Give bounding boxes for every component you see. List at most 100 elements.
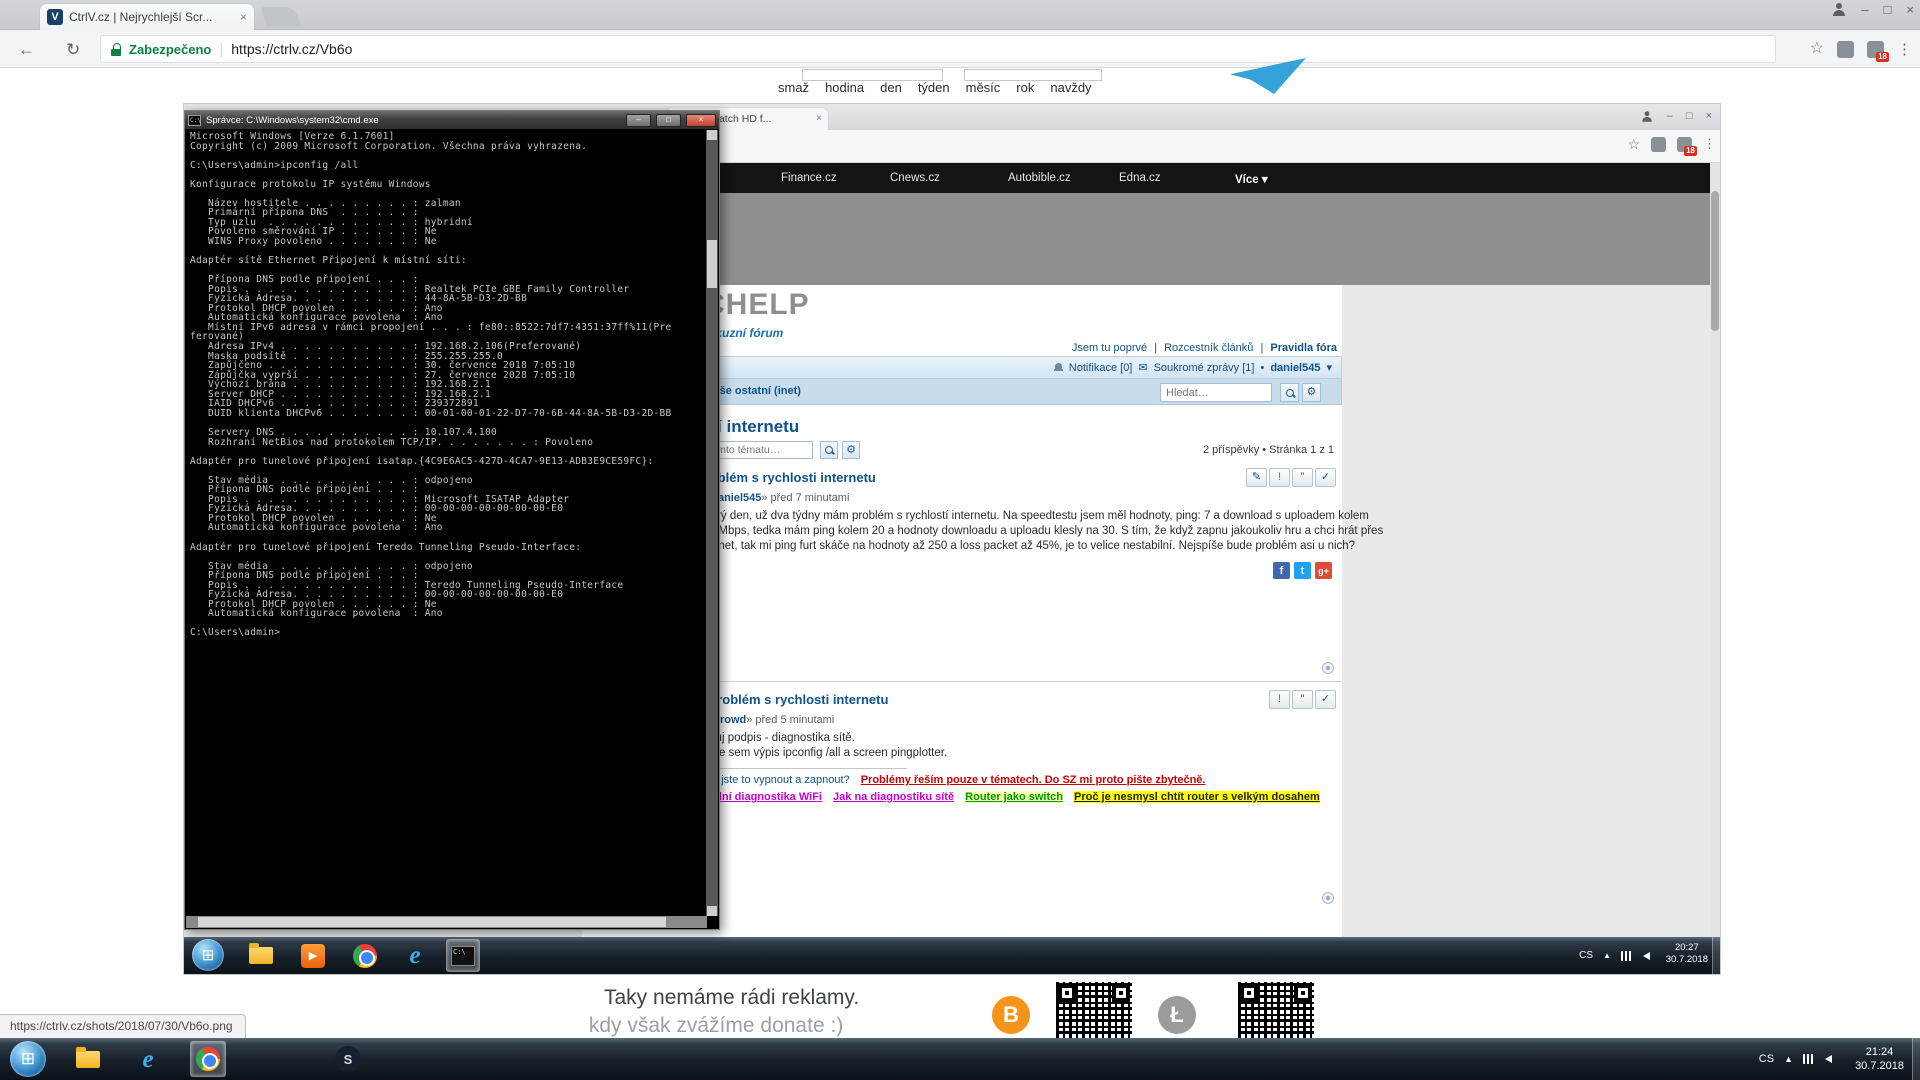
nav-item-tyden[interactable]: týden <box>918 80 950 95</box>
inner-language-indicator: CS <box>1579 950 1593 961</box>
googleplus-share-icon: g+ <box>1315 562 1332 579</box>
extension-badge: 18 <box>1876 52 1889 62</box>
nav-item-rok[interactable]: rok <box>1016 80 1034 95</box>
signature-link-router-switch: Router jako switch <box>965 791 1063 803</box>
scroll-down-arrow <box>707 906 717 916</box>
secure-lock-icon <box>111 43 121 56</box>
nav-item-mesic[interactable]: měsíc <box>966 80 1001 95</box>
inner-time: 20:27 <box>1666 942 1708 954</box>
steam-icon: S <box>335 1046 361 1072</box>
magnifier-icon <box>1286 389 1294 397</box>
magnifier-icon <box>825 446 833 454</box>
system-clock[interactable]: 21:24 30.7.2018 <box>1855 1045 1904 1074</box>
search-button <box>1280 383 1299 402</box>
window-close-button[interactable]: × <box>1906 3 1914 16</box>
signature-link-diagnostics: Jak na diagnostiku sítě <box>833 791 954 803</box>
ad-text-line-1: Taky nemáme rádi reklamy. <box>604 986 859 1010</box>
navlink-autobible: Autobible.cz <box>1008 172 1071 184</box>
inner-clock: 20:27 30.7.2018 <box>1666 942 1708 967</box>
new-tab-button[interactable] <box>261 7 301 27</box>
inner-cmd-taskbar-icon: C:\ <box>446 939 480 972</box>
ctrlv-nav: smaž hodina den týden měsíc rok navždy <box>778 80 1092 95</box>
back-button[interactable]: ← <box>18 41 35 58</box>
navlink-finance: Finance.cz <box>781 172 837 184</box>
nav-item-navzdy[interactable]: navždy <box>1050 80 1091 95</box>
show-desktop-button[interactable] <box>1912 1038 1920 1080</box>
chrome-icon <box>196 1047 220 1071</box>
language-indicator[interactable]: CS <box>1759 1053 1774 1065</box>
post-1-body-line: internet, tak mi ping furt skáče na hodn… <box>696 540 1355 552</box>
link-forum-rules: Pravidla fóra <box>1270 342 1337 354</box>
inner-bookmark-star-icon: ☆ <box>1627 137 1640 151</box>
notifications-label: Notifikace [0] <box>1069 362 1133 374</box>
post-edit-button: ✎ <box>1246 468 1267 487</box>
username-label: daniel545 <box>1270 362 1320 374</box>
signature-link-router-range: Proč je nesmysl chtít router s velkým do… <box>1074 791 1320 803</box>
private-messages-label: Soukromé zprávy [1] <box>1154 362 1255 374</box>
inner-extension-badge: 18 <box>1684 146 1697 156</box>
nav-item-den[interactable]: den <box>880 80 902 95</box>
browser-menu-icon[interactable]: ⋮ <box>1897 40 1912 58</box>
browser-window: V CtrlV.cz | Nejrychlejší Scr... × – □ ×… <box>0 0 1920 1080</box>
tray-expand-icon[interactable]: ▲ <box>1784 1054 1793 1064</box>
more-caret-icon: ▾ <box>1262 174 1268 186</box>
signature-line-2: Základní diagnostika WiFi Jak na diagnos… <box>687 791 1328 803</box>
inner-show-desktop-button <box>1712 937 1720 974</box>
inner-start-button: ⊞ <box>192 939 224 971</box>
extension-icon[interactable] <box>1837 41 1854 58</box>
tab-favicon-icon: V <box>47 9 63 25</box>
steam-taskbar-icon[interactable]: S <box>330 1041 366 1077</box>
cmd-titlebar: C:\ Správce: C:\Windows\system32\cmd.exe… <box>185 111 719 129</box>
cmd-minimize-button: – <box>626 114 651 127</box>
inner-taskbar: ⊞ ▶ e C:\ CS ▲ 20:27 30.7.2018 <box>184 937 1720 974</box>
user-caret-icon: ▾ <box>1326 361 1332 374</box>
inner-media-player-icon: ▶ <box>296 939 330 972</box>
back-to-top-icon <box>1322 892 1334 904</box>
search-settings-button: ⚙ <box>1302 383 1321 402</box>
omnibox-separator: | <box>219 41 223 58</box>
inner-profile-icon <box>1641 111 1652 121</box>
profile-icon[interactable] <box>1832 3 1846 16</box>
topic-search-button <box>820 441 838 459</box>
nav-item-hodina[interactable]: hodina <box>825 80 864 95</box>
inner-extension-icon <box>1651 137 1666 152</box>
address-bar[interactable]: Zabezpečeno | https://ctrlv.cz/Vb6o <box>100 35 1776 63</box>
reload-button[interactable]: ↻ <box>66 41 80 58</box>
inner-tray-expand-icon: ▲ <box>1603 951 1611 960</box>
window-minimize-button[interactable]: – <box>1861 3 1868 16</box>
posts-pagination: 2 příspěvky • Stránka 1 z 1 <box>984 444 1334 456</box>
start-button[interactable]: ⊞ <box>10 1041 46 1077</box>
window-maximize-button[interactable]: □ <box>1884 3 1892 16</box>
tab-title: CtrlV.cz | Nejrychlejší Scr... <box>69 10 234 24</box>
post-report-button: ! <box>1269 690 1290 709</box>
inner-volume-icon <box>1643 952 1650 960</box>
volume-icon[interactable] <box>1825 1055 1832 1063</box>
network-icon[interactable] <box>1803 1054 1815 1064</box>
link-article-index: Rozcestník článků <box>1164 342 1253 354</box>
navlink-more: Více ▾ <box>1235 172 1268 186</box>
topic-tools-button: ⚙ <box>842 441 860 459</box>
inner-menu-icon: ⋮ <box>1703 136 1716 152</box>
browser-tab[interactable]: V CtrlV.cz | Nejrychlejší Scr... × <box>40 4 254 30</box>
signature-divider <box>687 768 907 769</box>
folder-icon <box>76 1051 100 1068</box>
taskbar: ⊞ e S CS ▲ 21:24 30.7.2018 <box>0 1038 1920 1080</box>
explorer-taskbar-icon[interactable] <box>70 1041 106 1077</box>
ie-icon: e <box>142 1047 153 1072</box>
nav-item-smaz[interactable]: smaž <box>778 80 809 95</box>
cmd-horizontal-scrollbar <box>186 916 707 928</box>
envelope-icon: ✉ <box>1138 361 1147 374</box>
litecoin-icon: Ł <box>1158 996 1196 1034</box>
ie-taskbar-icon[interactable]: e <box>130 1041 166 1077</box>
post-accept-button: ✓ <box>1315 468 1336 487</box>
tab-close-icon[interactable]: × <box>240 11 247 23</box>
chrome-taskbar-icon[interactable] <box>190 1041 226 1077</box>
adblock-extension-icon[interactable]: 18 <box>1867 41 1884 58</box>
status-bar-url: https://ctrlv.cz/shots/2018/07/30/Vb6o.p… <box>0 1014 246 1038</box>
cmd-maximize-button: □ <box>656 114 681 127</box>
url-text[interactable]: https://ctrlv.cz/Vb6o <box>231 41 352 57</box>
screenshot-image[interactable]: es - Watch HD f... × – □ × ☆ 18 ⋮ Financ… <box>184 104 1720 974</box>
twitter-share-icon: t <box>1294 562 1311 579</box>
bookmark-star-icon[interactable]: ☆ <box>1810 41 1824 57</box>
signature-warning: Problémy řeším pouze v tématech. Do SZ m… <box>861 774 1206 786</box>
